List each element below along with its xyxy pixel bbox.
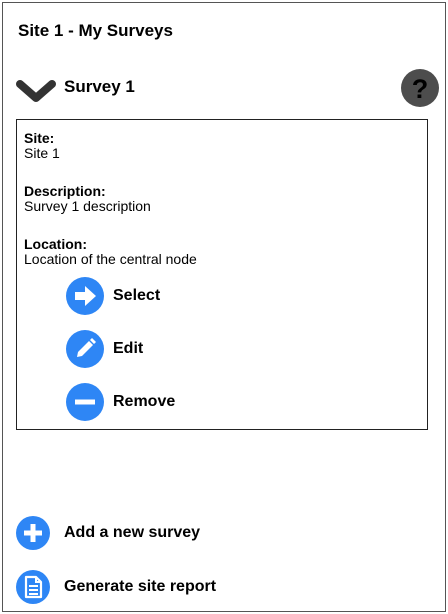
help-icon: ? — [401, 69, 439, 107]
document-icon — [16, 570, 50, 604]
plus-icon — [16, 516, 50, 550]
survey-name: Survey 1 — [64, 77, 135, 96]
description-field: Description: Survey 1 description — [24, 184, 151, 214]
site-label: Site: — [24, 130, 55, 146]
remove-button[interactable]: Remove — [66, 383, 266, 421]
edit-button[interactable]: Edit — [66, 330, 266, 368]
page-title: Site 1 - My Surveys — [18, 21, 173, 40]
site-value: Site 1 — [24, 145, 60, 161]
add-survey-button[interactable]: Add a new survey — [16, 516, 316, 550]
pencil-icon — [66, 330, 104, 368]
edit-label: Edit — [113, 340, 144, 357]
help-symbol: ? — [412, 74, 429, 104]
location-field: Location: Location of the central node — [24, 237, 197, 267]
site-field: Site: Site 1 — [24, 131, 60, 161]
description-value: Survey 1 description — [24, 198, 151, 214]
survey-header[interactable]: Survey 1 — [16, 70, 434, 106]
arrow-right-icon — [66, 277, 104, 315]
chevron-down-icon[interactable] — [16, 80, 56, 109]
location-value: Location of the central node — [24, 251, 197, 267]
select-button[interactable]: Select — [66, 277, 266, 315]
generate-report-button[interactable]: Generate site report — [16, 570, 316, 604]
generate-report-label: Generate site report — [64, 578, 217, 595]
survey-details-card: Site: Site 1 Description: Survey 1 descr… — [16, 119, 428, 430]
location-label: Location: — [24, 236, 87, 252]
help-button[interactable]: ? — [401, 69, 439, 107]
description-label: Description: — [24, 183, 106, 199]
minus-icon — [66, 383, 104, 421]
select-label: Select — [113, 287, 161, 304]
remove-label: Remove — [113, 393, 176, 410]
add-survey-label: Add a new survey — [64, 524, 201, 541]
